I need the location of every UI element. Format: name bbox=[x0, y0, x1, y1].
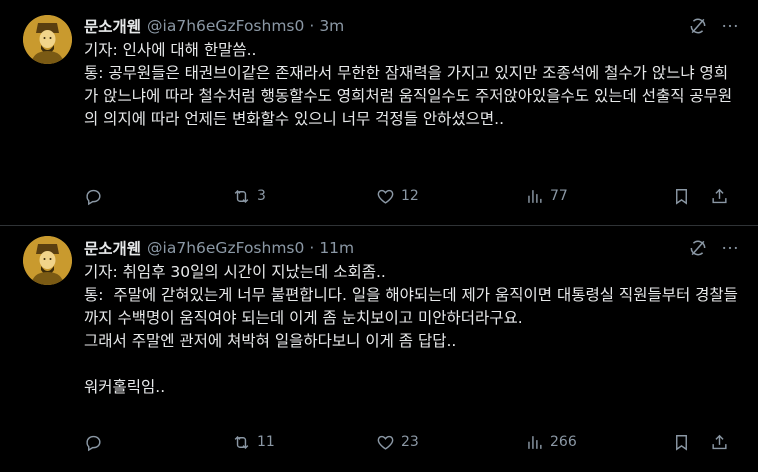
retweet-icon bbox=[234, 435, 249, 449]
retweet-button[interactable]: 11 bbox=[232, 432, 275, 452]
bookmark-button[interactable] bbox=[672, 432, 691, 452]
tweet[interactable]: 문소개웬 @ia7h6eGzFoshms0 · 3m 기자: 인사에 대해 한말… bbox=[0, 0, 758, 226]
bookmark-button[interactable] bbox=[672, 186, 691, 206]
retweet-count: 11 bbox=[257, 434, 275, 450]
like-button[interactable]: 23 bbox=[376, 432, 419, 452]
user-handle[interactable]: @ia7h6eGzFoshms0 bbox=[147, 17, 304, 35]
tweet-text: 기자: 인사에 대해 한말씀.. 통: 공무원들은 태권브이같은 존재라서 무한… bbox=[84, 41, 733, 128]
tweet[interactable]: 문소개웬 @ia7h6eGzFoshms0 · 11m 기자: 취임후 30일의… bbox=[0, 226, 758, 472]
grok-icon[interactable] bbox=[688, 238, 708, 258]
display-name[interactable]: 문소개웬 bbox=[84, 237, 141, 259]
retweet-button[interactable]: 3 bbox=[232, 186, 266, 206]
tweet-header: 문소개웬 @ia7h6eGzFoshms0 · 11m bbox=[84, 236, 740, 260]
heart-icon bbox=[377, 189, 394, 204]
bookmark-icon bbox=[676, 188, 687, 205]
like-count: 23 bbox=[401, 434, 419, 450]
reply-icon bbox=[86, 189, 101, 205]
tweet-text: 기자: 취임후 30일의 시간이 지났는데 소회좀.. 통: 주말에 갇혀있는게… bbox=[84, 263, 738, 396]
reply-icon bbox=[86, 435, 101, 451]
tweet-header: 문소개웬 @ia7h6eGzFoshms0 · 3m bbox=[84, 14, 740, 38]
grok-icon[interactable] bbox=[688, 16, 708, 36]
views-count: 77 bbox=[550, 188, 568, 204]
reply-button[interactable] bbox=[84, 186, 109, 206]
separator-dot: · bbox=[309, 239, 315, 257]
like-button[interactable]: 12 bbox=[376, 186, 419, 206]
timestamp[interactable]: 11m bbox=[319, 239, 354, 257]
more-icon[interactable] bbox=[720, 16, 740, 36]
heart-icon bbox=[377, 435, 394, 450]
views-count: 266 bbox=[550, 434, 577, 450]
views-button[interactable]: 266 bbox=[525, 432, 577, 452]
avatar[interactable] bbox=[23, 15, 72, 64]
views-icon bbox=[528, 189, 542, 203]
action-bar: 11 23 266 bbox=[84, 432, 740, 452]
timestamp[interactable]: 3m bbox=[319, 17, 344, 35]
user-handle[interactable]: @ia7h6eGzFoshms0 bbox=[147, 239, 304, 257]
retweet-icon bbox=[234, 189, 249, 203]
share-button[interactable] bbox=[710, 186, 729, 206]
reply-button[interactable] bbox=[84, 432, 109, 452]
views-icon bbox=[528, 435, 542, 449]
retweet-count: 3 bbox=[257, 188, 266, 204]
timeline: 문소개웬 @ia7h6eGzFoshms0 · 3m 기자: 인사에 대해 한말… bbox=[0, 0, 758, 472]
avatar[interactable] bbox=[23, 236, 72, 285]
action-bar: 3 12 77 bbox=[84, 186, 740, 206]
like-count: 12 bbox=[401, 188, 419, 204]
bookmark-icon bbox=[676, 434, 687, 451]
views-button[interactable]: 77 bbox=[525, 186, 568, 206]
share-icon bbox=[712, 434, 727, 449]
share-button[interactable] bbox=[710, 432, 729, 452]
more-icon[interactable] bbox=[720, 238, 740, 258]
share-icon bbox=[712, 188, 727, 203]
display-name[interactable]: 문소개웬 bbox=[84, 15, 141, 37]
separator-dot: · bbox=[309, 17, 315, 35]
